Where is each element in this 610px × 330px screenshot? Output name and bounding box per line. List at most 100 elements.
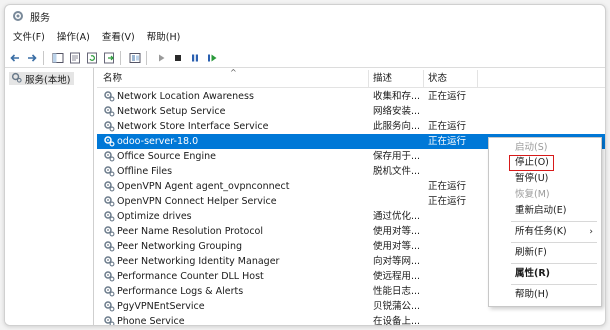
services-gear-icon <box>12 10 24 22</box>
tree-item-services-local[interactable]: 服务(本地) <box>9 72 75 86</box>
service-gear-icon <box>103 135 116 148</box>
help-icon[interactable] <box>128 51 142 65</box>
service-name: PgyVPNEntService <box>117 301 205 312</box>
menu-help[interactable]: 帮助(H) <box>141 29 187 46</box>
service-name: Network Location Awareness <box>117 91 254 102</box>
service-row[interactable]: Network Setup Service 网络安装... <box>97 104 605 119</box>
service-name: Peer Networking Grouping <box>117 241 242 252</box>
context-item-all-tasks[interactable]: 所有任务(K) › <box>489 224 601 240</box>
service-name: OpenVPN Agent agent_ovpnconnect <box>117 181 290 192</box>
service-name: Office Source Engine <box>117 151 216 162</box>
service-gear-icon <box>103 105 116 118</box>
service-gear-icon <box>103 240 116 253</box>
service-description: 使远程用... <box>373 271 421 282</box>
stop-service-icon[interactable] <box>171 51 185 65</box>
service-gear-icon <box>103 315 116 325</box>
service-description: 此服务向... <box>373 121 421 132</box>
service-gear-icon <box>103 255 116 268</box>
service-name: OpenVPN Connect Helper Service <box>117 196 277 207</box>
service-name: Peer Networking Identity Manager <box>117 256 280 267</box>
service-gear-icon <box>103 180 116 193</box>
context-item-help[interactable]: 帮助(H) <box>489 287 601 303</box>
service-row[interactable]: Phone Service 在设备上... <box>97 314 605 326</box>
console-tree-pane: 服务(本地) <box>5 68 94 325</box>
service-description: 在设备上... <box>373 316 421 326</box>
column-header-row: ^ 名称 描述 状态 <box>97 68 605 88</box>
context-menu: 启动(S) 停止(O) 暂停(U) 恢复(M) 重新启动(E) 所有任务(K) ›… <box>488 137 602 307</box>
service-gear-icon <box>103 210 116 223</box>
column-divider[interactable] <box>423 70 424 87</box>
menu-action[interactable]: 操作(A) <box>51 29 96 46</box>
service-description: 网络安装... <box>373 106 421 117</box>
refresh-icon[interactable] <box>85 51 99 65</box>
service-description: 向对等网... <box>373 256 421 267</box>
service-status: 正在运行 <box>428 91 467 102</box>
service-status: 正在运行 <box>428 121 467 132</box>
service-gear-icon <box>103 225 116 238</box>
column-header-name[interactable]: 名称 <box>103 70 122 87</box>
back-arrow-icon[interactable] <box>8 51 22 65</box>
service-name: Performance Logs & Alerts <box>117 286 244 297</box>
service-name: Performance Counter DLL Host <box>117 271 264 282</box>
context-menu-divider <box>511 242 597 243</box>
context-item-stop[interactable]: 停止(O) <box>489 155 601 171</box>
properties-icon[interactable] <box>68 51 82 65</box>
context-menu-divider <box>511 284 597 285</box>
service-name: Peer Name Resolution Protocol <box>117 226 263 237</box>
service-status: 正在运行 <box>428 181 467 192</box>
service-gear-icon <box>103 150 116 163</box>
column-divider[interactable] <box>368 70 369 87</box>
context-item-restart[interactable]: 重新启动(E) <box>489 203 601 219</box>
sort-up-icon: ^ <box>230 68 237 77</box>
context-menu-divider <box>511 221 597 222</box>
column-header-status[interactable]: 状态 <box>428 70 447 87</box>
service-description: 收集和存... <box>373 91 421 102</box>
column-divider[interactable] <box>477 70 478 87</box>
service-description: 保存用于... <box>373 151 421 162</box>
context-item-start[interactable]: 启动(S) <box>489 140 601 156</box>
service-gear-icon <box>103 90 116 103</box>
service-name: Network Setup Service <box>117 106 226 117</box>
tree-item-label: 服务(本地) <box>25 74 71 86</box>
pause-service-icon[interactable] <box>188 51 202 65</box>
services-window: 服务 文件(F) 操作(A) 查看(V) 帮助(H) 服务(本地) ^ 名称 描… <box>4 4 606 326</box>
context-item-resume[interactable]: 恢复(M) <box>489 187 601 203</box>
service-name: Optimize drives <box>117 211 192 222</box>
service-status: 正在运行 <box>428 196 467 207</box>
context-menu-divider <box>511 263 597 264</box>
service-gear-icon <box>103 285 116 298</box>
service-gear-icon <box>103 120 116 133</box>
services-gear-icon <box>11 72 22 86</box>
toolbar-divider <box>120 50 121 65</box>
service-name: Network Store Interface Service <box>117 121 269 132</box>
service-gear-icon <box>103 195 116 208</box>
window-title: 服务 <box>30 12 50 24</box>
service-gear-icon <box>103 300 116 313</box>
chevron-right-icon: › <box>589 227 593 237</box>
service-description: 通过优化... <box>373 211 421 222</box>
toolbar-divider <box>146 50 147 65</box>
service-name: Offline Files <box>117 166 173 177</box>
toolbar-divider <box>43 50 44 65</box>
service-row[interactable]: Network Store Interface Service 此服务向... 正在… <box>97 119 605 134</box>
service-row[interactable]: Network Location Awareness 收集和存... 正在运行 <box>97 89 605 104</box>
service-name: odoo-server-18.0 <box>117 136 199 147</box>
forward-arrow-icon[interactable] <box>25 51 39 65</box>
toolbar <box>5 48 605 68</box>
service-description: 贝锐蒲公... <box>373 301 421 312</box>
service-status: 正在运行 <box>428 136 467 147</box>
context-item-refresh[interactable]: 刷新(F) <box>489 245 601 261</box>
service-description: 使用对等... <box>373 226 421 237</box>
export-list-icon[interactable] <box>102 51 116 65</box>
column-header-description[interactable]: 描述 <box>373 70 392 87</box>
start-service-icon[interactable] <box>154 51 168 65</box>
context-item-pause[interactable]: 暂停(U) <box>489 171 601 187</box>
service-description: 使用对等... <box>373 241 421 252</box>
restart-service-icon[interactable] <box>205 51 219 65</box>
menu-view[interactable]: 查看(V) <box>96 29 141 46</box>
menu-file[interactable]: 文件(F) <box>5 29 51 46</box>
context-item-properties[interactable]: 属性(R) <box>489 266 601 282</box>
console-tree-icon[interactable] <box>51 51 65 65</box>
service-gear-icon <box>103 270 116 283</box>
service-gear-icon <box>103 165 116 178</box>
